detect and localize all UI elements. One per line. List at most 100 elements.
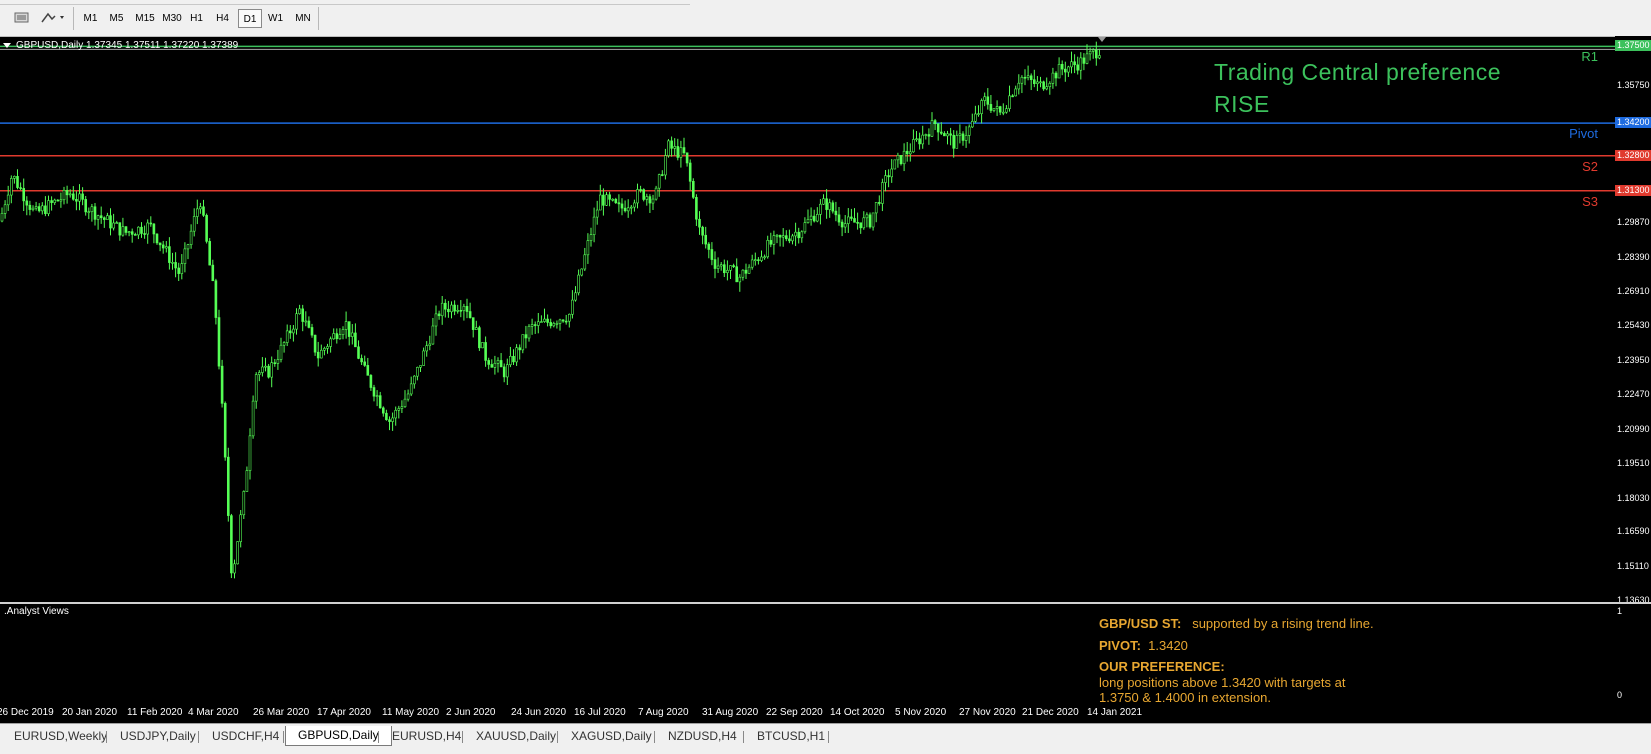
candle bbox=[1005, 105, 1008, 114]
price-tick: 1.29870 bbox=[1617, 217, 1650, 228]
candle bbox=[983, 92, 987, 107]
candle bbox=[186, 243, 190, 260]
candle bbox=[676, 138, 680, 161]
candle bbox=[608, 191, 611, 207]
chart-window-icon[interactable] bbox=[14, 11, 30, 28]
price-tick: 1.20990 bbox=[1617, 423, 1650, 434]
chart-tab-eurusd-weekly[interactable]: EURUSD,Weekly bbox=[2, 727, 119, 746]
candle bbox=[930, 112, 934, 137]
candle bbox=[530, 318, 534, 335]
price-tick: 1.18030 bbox=[1617, 492, 1650, 503]
candle bbox=[307, 316, 311, 329]
candle bbox=[196, 199, 199, 225]
chart-tab-gbpusd-daily[interactable]: GBPUSD,Daily bbox=[285, 726, 392, 746]
candle bbox=[958, 124, 962, 144]
collapse-triangle-icon[interactable] bbox=[3, 43, 11, 48]
candle bbox=[912, 129, 915, 153]
timeframe-button-m15[interactable]: M15 bbox=[131, 9, 159, 28]
candle bbox=[540, 315, 543, 323]
candle bbox=[577, 269, 580, 296]
candle bbox=[31, 205, 35, 212]
candle bbox=[741, 269, 745, 281]
timeframe-button-h1[interactable]: H1 bbox=[185, 9, 208, 28]
price-tick: 1.16590 bbox=[1617, 526, 1650, 537]
candle bbox=[230, 513, 233, 579]
analyst-views-pane: .Analyst Views GBP/USD ST: supported by … bbox=[0, 604, 1615, 705]
candle bbox=[369, 374, 373, 391]
chart-tab-xauusd-daily[interactable]: XAUUSD,Daily bbox=[464, 727, 568, 746]
date-tick: 7 Aug 2020 bbox=[638, 707, 689, 718]
indicator-axis: 1 0 bbox=[1615, 604, 1651, 704]
candle bbox=[1073, 54, 1076, 74]
candle bbox=[211, 259, 215, 282]
timeframe-button-w1[interactable]: W1 bbox=[264, 9, 287, 28]
candle bbox=[261, 357, 264, 377]
candle bbox=[428, 335, 432, 351]
price-chart[interactable]: GBPUSD,Daily 1.37345 1.37511 1.37220 1.3… bbox=[0, 36, 1615, 603]
candle bbox=[533, 321, 537, 334]
candle bbox=[493, 355, 497, 375]
timeframe-button-mn[interactable]: MN bbox=[290, 9, 316, 28]
candle bbox=[357, 340, 360, 360]
price-tick: 1.26910 bbox=[1617, 285, 1650, 296]
candle bbox=[877, 195, 881, 206]
timeframe-button-m1[interactable]: M1 bbox=[79, 9, 102, 28]
candle bbox=[943, 131, 946, 137]
chart-tab-eurusd-h4[interactable]: EURUSD,H4 bbox=[380, 727, 473, 746]
price-axis[interactable]: 1.35750 1.34200 1.32800 1.31300 1.29870 1.283… bbox=[1615, 36, 1651, 605]
date-tick: 14 Oct 2020 bbox=[830, 707, 885, 718]
candle bbox=[862, 211, 866, 230]
candle bbox=[0, 207, 4, 223]
indicator-axis-top: 1 bbox=[1617, 606, 1623, 616]
candle bbox=[642, 188, 646, 202]
analyst-title-text: supported by a rising trend line. bbox=[1192, 616, 1374, 631]
timeframe-button-m5[interactable]: M5 bbox=[105, 9, 128, 28]
timeframe-button-m30[interactable]: M30 bbox=[158, 9, 186, 28]
tab-separator bbox=[198, 731, 199, 743]
candle bbox=[964, 126, 968, 148]
candle bbox=[614, 197, 618, 204]
candle bbox=[670, 136, 673, 157]
analyst-preference-line2: 1.3750 & 1.4000 in extension. bbox=[1099, 690, 1272, 705]
candle bbox=[949, 127, 952, 146]
candle bbox=[257, 370, 261, 382]
timeframe-button-d1[interactable]: D1 bbox=[238, 9, 262, 28]
candle bbox=[273, 358, 277, 367]
date-tick: 24 Jun 2020 bbox=[511, 707, 567, 718]
candle bbox=[946, 130, 949, 145]
analyst-pivot-label: PIVOT: bbox=[1099, 638, 1141, 653]
candle bbox=[536, 313, 540, 334]
level-label-s3: S3 bbox=[1582, 193, 1598, 209]
chart-tab-xagusd-daily[interactable]: XAGUSD,Daily bbox=[559, 727, 664, 746]
chart-tab-usdjpy-daily[interactable]: USDJPY,Daily bbox=[108, 727, 208, 746]
candle bbox=[443, 299, 447, 318]
candle bbox=[1098, 48, 1101, 60]
analyst-pivot-value: 1.3420 bbox=[1148, 638, 1188, 653]
price-badge-s2: 1.32800 bbox=[1615, 149, 1651, 161]
toolbar-separator bbox=[318, 7, 319, 30]
chart-tab-btcusd-h1[interactable]: BTCUSD,H1 bbox=[745, 727, 837, 746]
chart-tab-nzdusd-h4[interactable]: NZDUSD,H4 bbox=[656, 727, 749, 746]
candle bbox=[152, 223, 156, 244]
candle bbox=[927, 128, 931, 145]
candle bbox=[109, 208, 112, 236]
candle bbox=[37, 203, 41, 213]
tab-separator bbox=[743, 731, 744, 743]
candle bbox=[59, 192, 63, 208]
candle bbox=[72, 186, 75, 201]
date-axis[interactable]: 26 Dec 2019 20 Jan 2020 11 Feb 2020 4 Mar 2… bbox=[0, 704, 1615, 723]
candle bbox=[47, 195, 50, 217]
candle bbox=[397, 405, 401, 419]
candle bbox=[403, 390, 407, 408]
chart-tab-usdchf-h4[interactable]: USDCHF,H4 bbox=[200, 727, 291, 746]
candle bbox=[902, 143, 906, 172]
candle bbox=[1008, 85, 1011, 112]
price-badge-s3: 1.31300 bbox=[1615, 184, 1651, 196]
price-tick: 1.19510 bbox=[1617, 458, 1650, 469]
line-tools-icon[interactable] bbox=[40, 11, 66, 28]
candle bbox=[174, 252, 177, 278]
candle bbox=[409, 376, 413, 397]
timeframe-button-h4[interactable]: H4 bbox=[211, 9, 234, 28]
candle bbox=[769, 232, 773, 248]
candle bbox=[952, 130, 956, 158]
